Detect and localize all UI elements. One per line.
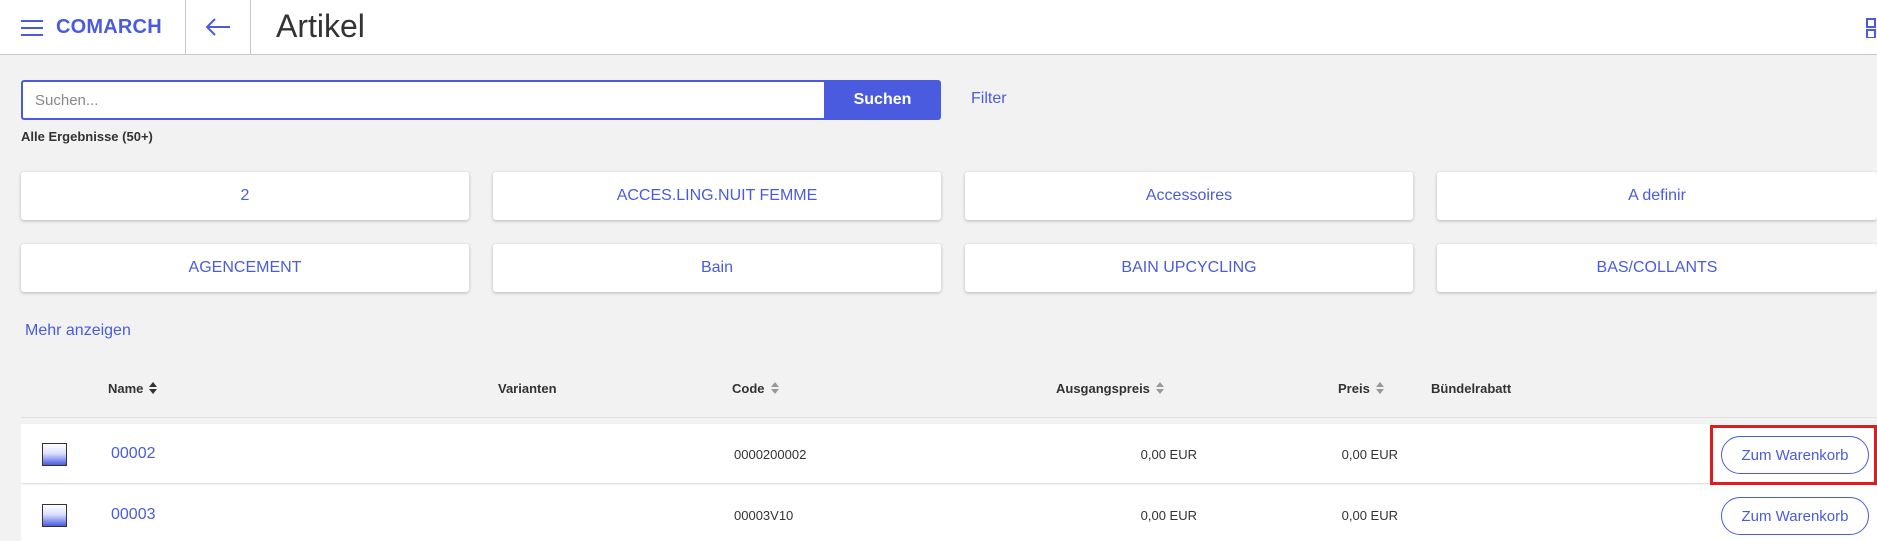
column-header-label: Bündelrabatt — [1431, 380, 1512, 396]
back-button[interactable] — [186, 0, 250, 55]
product-code: 0000200002 — [734, 446, 807, 462]
category-tile[interactable]: A definir — [1437, 172, 1877, 220]
add-to-cart-button[interactable]: Zum Warenkorb — [1721, 497, 1869, 535]
grid-icon[interactable] — [1866, 18, 1877, 38]
category-tile[interactable]: Accessoires — [965, 172, 1413, 220]
price: 0,00 EUR — [1341, 507, 1398, 523]
column-header-label: Preis — [1338, 380, 1370, 396]
category-tile[interactable]: BAIN UPCYCLING — [965, 244, 1413, 292]
table-header-divider — [21, 417, 1877, 418]
column-header-code[interactable]: Code — [732, 380, 780, 396]
result-count: Alle Ergebnisse (50+) — [21, 129, 153, 144]
column-header-label: Varianten — [498, 380, 557, 396]
product-name-link[interactable]: 00002 — [111, 445, 156, 463]
table-row: 00002 0000200002 0,00 EUR 0,00 EUR Zum W… — [21, 424, 1877, 484]
product-code: 00003V10 — [734, 507, 794, 523]
table-row: 00003 00003V10 0,00 EUR 0,00 EUR Zum War… — [21, 485, 1877, 541]
sort-icon — [149, 382, 158, 394]
product-thumbnail[interactable] — [42, 443, 67, 466]
column-header-label: Name — [108, 380, 144, 396]
price: 0,00 EUR — [1341, 446, 1398, 462]
product-name-link[interactable]: 00003 — [111, 506, 156, 524]
menu-icon[interactable] — [21, 20, 43, 36]
product-thumbnail[interactable] — [42, 504, 67, 527]
brand-logo[interactable]: COMARCH — [56, 16, 162, 39]
category-tile[interactable]: AGENCEMENT — [21, 244, 469, 292]
category-tile[interactable]: 2 — [21, 172, 469, 220]
column-header-name[interactable]: Name — [108, 380, 158, 396]
column-header-variants: Varianten — [498, 380, 557, 396]
column-header-base-price[interactable]: Ausgangspreis — [1056, 380, 1165, 396]
column-header-label: Code — [732, 380, 765, 396]
base-price: 0,00 EUR — [1140, 446, 1197, 462]
page-title: Artikel — [276, 8, 365, 44]
show-more-link[interactable]: Mehr anzeigen — [25, 322, 131, 340]
sort-icon — [1375, 382, 1385, 394]
category-tile[interactable]: BAS/COLLANTS — [1437, 244, 1877, 292]
arrow-left-icon — [205, 18, 230, 36]
sort-icon — [770, 382, 780, 394]
add-to-cart-button[interactable]: Zum Warenkorb — [1721, 436, 1869, 474]
category-tile[interactable]: Bain — [493, 244, 941, 292]
filter-link[interactable]: Filter — [971, 90, 1007, 108]
header-divider — [250, 0, 251, 55]
app-header: COMARCH Artikel — [0, 0, 1877, 55]
category-tile[interactable]: ACCES.LING.NUIT FEMME — [493, 172, 941, 220]
column-header-bundle-discount: Bündelrabatt — [1431, 380, 1511, 396]
base-price: 0,00 EUR — [1140, 507, 1197, 523]
sort-icon — [1155, 382, 1165, 394]
column-header-label: Ausgangspreis — [1056, 380, 1150, 396]
search-input[interactable] — [21, 80, 824, 120]
column-header-price[interactable]: Preis — [1338, 380, 1385, 396]
search-button[interactable]: Suchen — [824, 80, 941, 120]
